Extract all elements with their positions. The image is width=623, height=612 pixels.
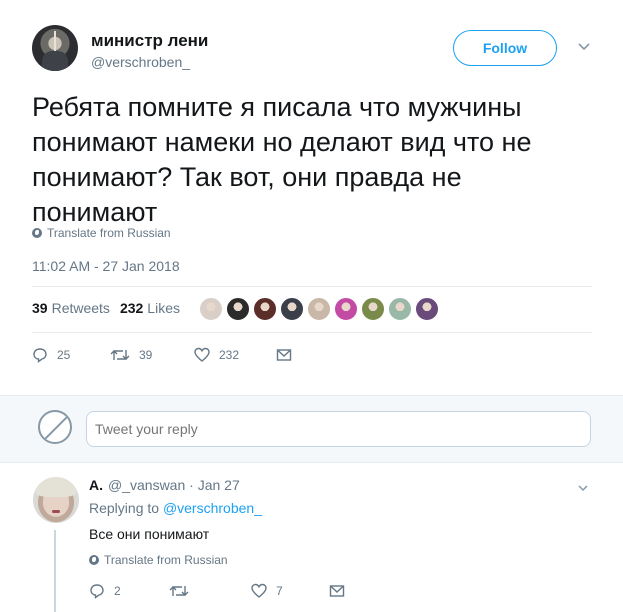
reply-count: 25 bbox=[57, 348, 71, 362]
tweet-text: Ребята помните я писала что мужчины пони… bbox=[32, 92, 532, 227]
author-display-name[interactable]: министр лени bbox=[91, 31, 208, 51]
avatar-detail bbox=[35, 477, 77, 497]
replying-to-link[interactable]: @verschroben_ bbox=[163, 500, 262, 516]
author-handle[interactable]: @verschroben_ bbox=[91, 54, 190, 70]
replying-to: Replying to @verschroben_ bbox=[89, 500, 262, 516]
reply-author-avatar[interactable] bbox=[33, 477, 79, 523]
heart-icon bbox=[194, 347, 210, 362]
reply-icon bbox=[90, 584, 104, 599]
reply-translate-link[interactable]: Translate from Russian bbox=[89, 553, 228, 567]
retweet-action[interactable]: 39 bbox=[110, 347, 194, 363]
tweet-timestamp[interactable]: 11:02 AM - 27 Jan 2018 bbox=[32, 258, 180, 274]
liker-avatar[interactable] bbox=[334, 297, 358, 321]
liker-avatar[interactable] bbox=[226, 297, 250, 321]
envelope-icon bbox=[329, 585, 345, 597]
retweet-icon bbox=[169, 586, 189, 596]
default-avatar-icon bbox=[38, 410, 72, 444]
envelope-icon bbox=[276, 349, 292, 361]
liker-avatar[interactable] bbox=[307, 297, 331, 321]
divider bbox=[32, 332, 592, 333]
reply-actions: 2 7 bbox=[89, 583, 345, 599]
translate-label: Translate from Russian bbox=[47, 226, 171, 240]
globe-icon bbox=[32, 228, 42, 238]
tweet-actions: 25 39 232 bbox=[32, 347, 292, 363]
replying-prefix: Replying to bbox=[89, 500, 160, 516]
reply-author-name[interactable]: A. bbox=[89, 477, 103, 493]
direct-message-action[interactable] bbox=[276, 348, 292, 362]
divider bbox=[32, 286, 592, 287]
liker-avatar[interactable] bbox=[361, 297, 385, 321]
liker-avatar[interactable] bbox=[199, 297, 223, 321]
like-count: 232 bbox=[219, 348, 240, 362]
avatar-detail bbox=[54, 31, 56, 53]
liker-avatar[interactable] bbox=[415, 297, 439, 321]
like-count: 7 bbox=[276, 584, 283, 598]
chevron-down-icon[interactable] bbox=[577, 482, 589, 494]
likes-stat[interactable]: 232 Likes bbox=[120, 300, 180, 316]
avatar-detail bbox=[52, 510, 60, 513]
reply-count: 2 bbox=[114, 584, 121, 598]
tweet-stats: 39 Retweets 232 Likes bbox=[32, 300, 180, 316]
liker-avatar[interactable] bbox=[388, 297, 412, 321]
author-avatar[interactable] bbox=[32, 25, 78, 71]
reply-author-meta[interactable]: @_vanswan · Jan 27 bbox=[108, 477, 240, 493]
reply-action[interactable]: 25 bbox=[32, 347, 110, 363]
retweet-icon bbox=[110, 350, 130, 360]
like-action[interactable]: 7 bbox=[251, 583, 329, 599]
reply-icon bbox=[33, 348, 47, 363]
reply-action[interactable]: 2 bbox=[89, 583, 169, 599]
retweet-action[interactable] bbox=[169, 583, 251, 599]
liker-avatar[interactable] bbox=[280, 297, 304, 321]
translate-link[interactable]: Translate from Russian bbox=[32, 226, 171, 240]
translate-label: Translate from Russian bbox=[104, 553, 228, 567]
avatar-detail bbox=[42, 51, 68, 71]
retweets-stat[interactable]: 39 Retweets bbox=[32, 300, 110, 316]
reply-input[interactable] bbox=[86, 411, 591, 447]
direct-message-action[interactable] bbox=[329, 584, 345, 598]
globe-icon bbox=[89, 555, 99, 565]
chevron-down-icon[interactable] bbox=[577, 40, 591, 54]
retweet-count: 39 bbox=[139, 348, 153, 362]
reply-text: Все они понимают bbox=[89, 526, 210, 542]
liker-avatar[interactable] bbox=[253, 297, 277, 321]
follow-button[interactable]: Follow bbox=[453, 30, 557, 66]
like-action[interactable]: 232 bbox=[194, 347, 276, 363]
likers-avatars bbox=[199, 297, 439, 321]
heart-icon bbox=[251, 583, 267, 598]
thread-line bbox=[54, 530, 56, 612]
